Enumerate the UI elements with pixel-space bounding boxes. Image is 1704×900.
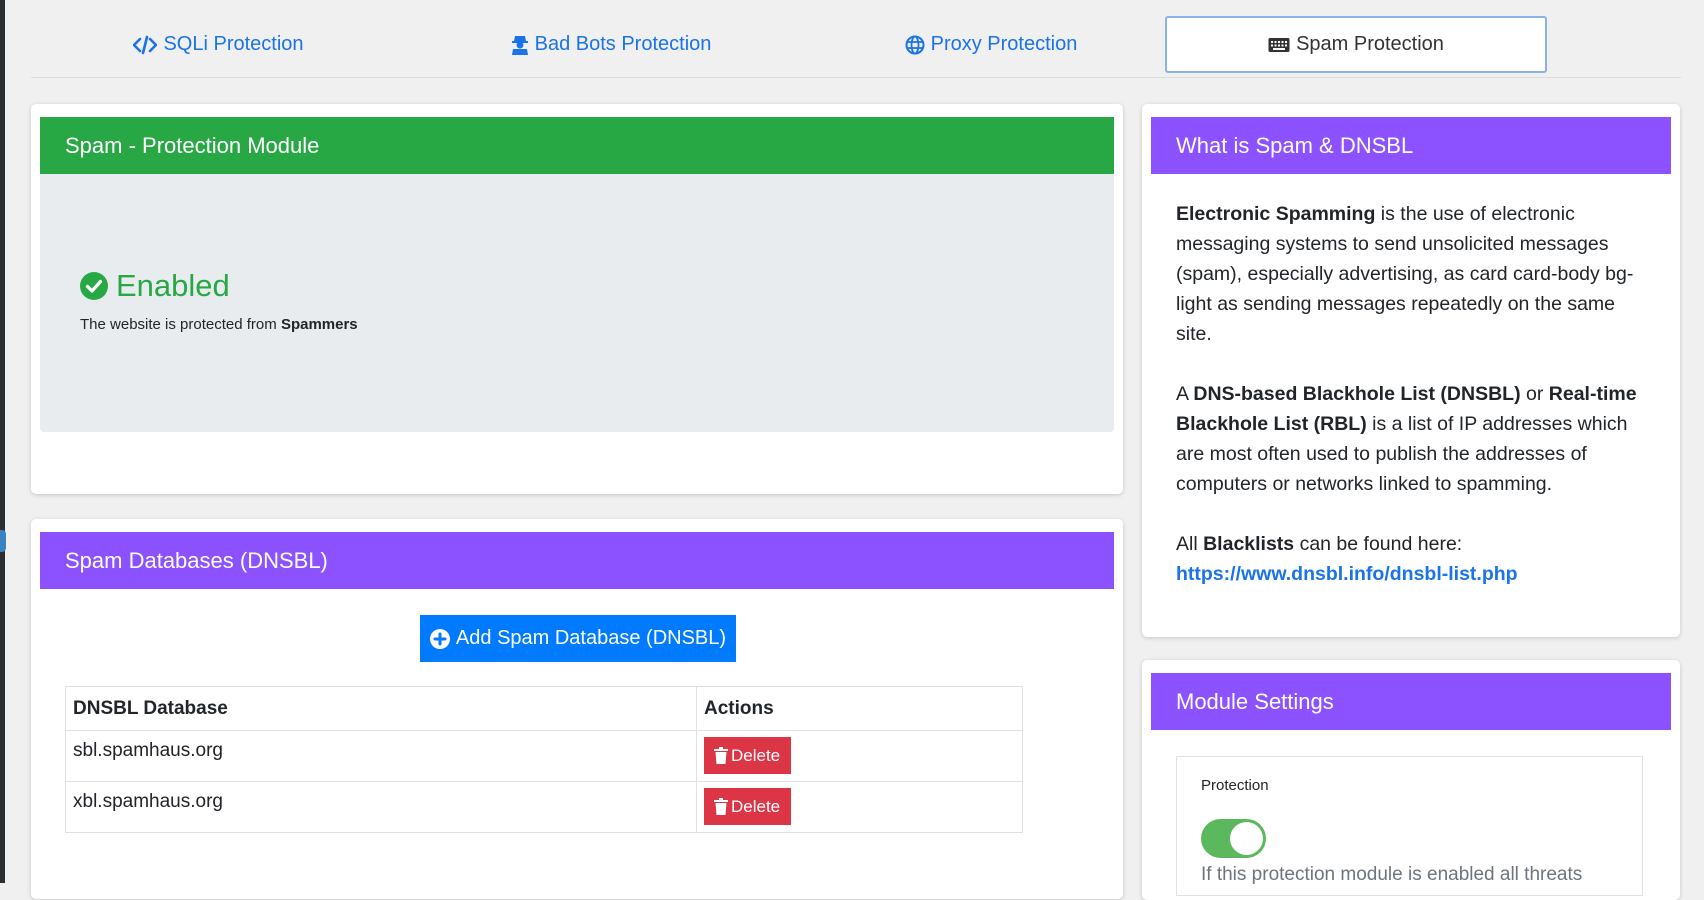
status-enabled: Enabled	[80, 268, 230, 304]
card-header: Spam Databases (DNSBL)	[40, 532, 1114, 589]
user-secret-icon	[511, 34, 529, 55]
info-bold: DNS-based Blackhole List (DNSBL)	[1193, 383, 1521, 405]
card-title: What is Spam & DNSBL	[1176, 132, 1414, 158]
window-edge	[0, 0, 5, 883]
card-header: What is Spam & DNSBL	[1151, 117, 1671, 174]
info-card: What is Spam & DNSBL Electronic Spamming…	[1142, 104, 1680, 637]
tab-label: Bad Bots Protection	[534, 33, 712, 55]
globe-icon	[905, 35, 925, 55]
info-text-span: can be found here:	[1294, 533, 1463, 555]
delete-button[interactable]: Delete	[704, 788, 792, 825]
actions-cell: Delete	[696, 730, 1023, 782]
status-panel: Enabled The website is protected from Sp…	[40, 174, 1114, 432]
column-header: DNSBL Database	[65, 686, 697, 731]
tab-proxy-protection[interactable]: Proxy Protection	[816, 16, 1166, 73]
toggle-knob	[1230, 822, 1263, 855]
tab-spam-protection[interactable]: Spam Protection	[1165, 16, 1547, 73]
column-header: Actions	[696, 686, 1023, 731]
dnsbl-list-link[interactable]: https://www.dnsbl.info/dnsbl-list.php	[1176, 563, 1518, 585]
table-row: sbl.spamhaus.org Delete	[65, 730, 1023, 782]
status-description: The website is protected from Spammers	[80, 316, 358, 333]
info-bold: Electronic Spamming	[1176, 203, 1376, 225]
table-header-row: DNSBL Database Actions	[65, 686, 1023, 731]
status-text: Enabled	[116, 268, 230, 303]
tab-label: Proxy Protection	[930, 33, 1078, 55]
info-text-span: or	[1520, 383, 1549, 405]
button-label: Add Spam Database (DNSBL)	[455, 627, 727, 649]
protection-toggle[interactable]	[1201, 819, 1266, 858]
info-text-span: A	[1176, 383, 1194, 405]
card-title: Module Settings	[1176, 688, 1334, 714]
protection-module-card: Spam - Protection Module Enabled The web…	[31, 104, 1123, 494]
card-title: Spam Databases (DNSBL)	[65, 547, 328, 573]
button-label: Delete	[731, 745, 781, 765]
protection-setting: Protection If this protection module is …	[1176, 756, 1643, 896]
module-settings-card: Module Settings Protection If this prote…	[1142, 660, 1680, 900]
check-circle-icon	[80, 272, 108, 300]
info-paragraph: All Blacklists can be found here: https:/…	[1176, 529, 1646, 589]
spam-databases-card: Spam Databases (DNSBL) Add Spam Database…	[31, 519, 1123, 899]
tab-sqli-protection[interactable]: SQLi Protection	[31, 16, 406, 73]
dnsbl-table: DNSBL Database Actions sbl.spamhaus.org …	[65, 686, 1023, 833]
info-text-span: All	[1176, 533, 1204, 555]
card-header: Module Settings	[1151, 673, 1671, 730]
add-spam-database-button[interactable]: Add Spam Database (DNSBL)	[420, 615, 736, 662]
status-description-text: The website is protected from	[80, 316, 277, 333]
tab-bar: SQLi Protection Bad Bots Protection Prox…	[31, 16, 1681, 78]
plus-circle-icon	[429, 628, 450, 649]
dnsbl-name: xbl.spamhaus.org	[65, 781, 697, 833]
dnsbl-name: sbl.spamhaus.org	[65, 730, 697, 782]
tab-label: SQLi Protection	[163, 33, 304, 55]
trash-icon	[714, 747, 728, 764]
info-paragraph: Electronic Spamming is the use of electr…	[1176, 199, 1646, 349]
trash-icon	[714, 798, 728, 815]
tab-bad-bots-protection[interactable]: Bad Bots Protection	[406, 16, 816, 73]
side-handle[interactable]	[0, 530, 6, 552]
info-bold: Blacklists	[1203, 533, 1295, 555]
actions-cell: Delete	[696, 781, 1023, 833]
tab-label: Spam Protection	[1296, 33, 1444, 55]
card-title: Spam - Protection Module	[65, 132, 320, 158]
keyboard-icon	[1268, 37, 1290, 53]
protection-label: Protection	[1201, 777, 1269, 794]
status-description-bold: Spammers	[280, 316, 358, 333]
card-header: Spam - Protection Module	[40, 117, 1114, 174]
button-label: Delete	[731, 796, 781, 816]
info-text: Electronic Spamming is the use of electr…	[1176, 199, 1646, 589]
table-row: xbl.spamhaus.org Delete	[65, 781, 1023, 833]
info-paragraph: A DNS-based Blackhole List (DNSBL) or Re…	[1176, 379, 1646, 499]
code-icon	[133, 35, 158, 55]
delete-button[interactable]: Delete	[704, 737, 792, 774]
